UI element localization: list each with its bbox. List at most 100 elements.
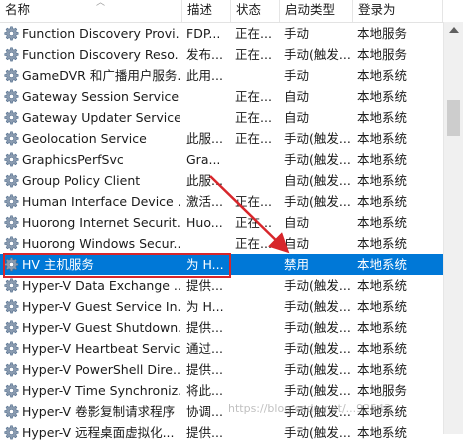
service-row[interactable]: Huorong Internet Securit... Huo... 正在... 自动… [0,212,443,233]
service-description: 此服... [186,173,223,188]
service-status [235,317,277,338]
service-gear-icon [4,110,19,125]
service-row[interactable]: Hyper-V Guest Service In... 为 H... 手动(触发..… [0,296,443,317]
service-row[interactable]: Hyper-V Heartbeat Service 通过... 手动(触发... 本地… [0,338,443,359]
service-row[interactable]: Hyper-V 远程桌面虚拟化... 提供... 手动(触发... 本地系统 [0,422,443,443]
service-gear-icon [4,152,19,167]
service-row[interactable]: GameDVR 和广播用户服务... 此用... 手动 本地系统 [0,65,443,86]
service-status [235,422,277,443]
service-name: Human Interface Device ... [22,194,180,209]
scrollbar-thumb[interactable] [447,100,460,136]
service-name: Function Discovery Reso... [22,47,180,62]
service-row[interactable]: Gateway Session Service 正在... 自动 本地系统 [0,86,443,107]
service-name: Gateway Updater Service [22,110,180,125]
service-status: 正在... [235,47,272,62]
vertical-scrollbar[interactable] [443,22,463,434]
service-description: 通过... [186,341,223,356]
service-row[interactable]: GraphicsPerfSvc Gra... 手动(触发... 本地系统 [0,149,443,170]
service-gear-icon [4,47,19,62]
service-status [235,65,277,86]
service-gear-icon [4,278,19,293]
service-description [186,107,228,128]
service-status [235,380,277,401]
service-log-on-as: 本地系统 [357,320,408,335]
column-header-description[interactable]: 描述 [182,0,231,22]
service-description: 提供... [186,362,223,377]
service-log-on-as: 本地系统 [357,257,408,272]
service-status: 正在... [235,215,272,230]
service-startup-type: 自动(触发... [284,173,350,188]
service-description [186,86,228,107]
service-name: Group Policy Client [22,173,141,188]
column-header-status-label: 状态 [236,2,262,17]
column-header-description-label: 描述 [187,2,213,17]
service-row[interactable]: Hyper-V PowerShell Dire... 提供... 手动(触发... 本… [0,359,443,380]
service-description: FDP... [186,26,221,41]
column-header-log-on-as[interactable]: 登录为 [353,0,443,22]
service-log-on-as: 本地系统 [357,236,408,251]
service-row[interactable]: Human Interface Device ... 激活... 正在... 手动(触… [0,191,443,212]
service-log-on-as: 本地系统 [357,173,408,188]
service-startup-type: 自动 [284,89,310,104]
service-name: Gateway Session Service [22,89,180,104]
service-description: 激活... [186,194,223,209]
service-status [235,275,277,296]
column-header-startup-type[interactable]: 启动类型 [280,0,353,22]
service-log-on-as: 本地系统 [357,362,408,377]
service-row[interactable]: Geolocation Service 此服... 正在... 手动(触发... 本地系… [0,128,443,149]
service-gear-icon [4,131,19,146]
service-startup-type: 手动 [284,26,310,41]
service-startup-type: 手动(触发... [284,194,350,209]
service-gear-icon [4,68,19,83]
service-status: 正在... [235,236,272,251]
service-gear-icon [4,383,19,398]
service-description [186,233,228,254]
service-status [235,296,277,317]
service-row[interactable]: Hyper-V Time Synchroniz... 将此... 手动(触发... 本… [0,380,443,401]
service-startup-type: 手动(触发... [284,425,350,440]
service-log-on-as: 本地系统 [357,68,408,83]
service-startup-type: 手动 [284,68,310,83]
service-row[interactable]: Gateway Updater Service 正在... 自动 本地系统 [0,107,443,128]
service-name: Hyper-V Data Exchange ... [22,278,180,293]
service-row[interactable]: Function Discovery Reso... 发布... 正在... 手动(触… [0,44,443,65]
service-description: 提供... [186,320,223,335]
service-name: Hyper-V 卷影复制请求程序 [22,404,176,419]
service-startup-type: 手动(触发... [284,362,350,377]
service-row[interactable]: Group Policy Client 此服... 自动(触发... 本地系统 [0,170,443,191]
service-gear-icon [4,194,19,209]
service-description: 此用... [186,68,223,83]
scroll-up-icon[interactable] [449,27,459,33]
service-startup-type: 手动(触发... [284,320,350,335]
service-status: 正在... [235,26,272,41]
service-startup-type: 手动(触发... [284,131,350,146]
service-gear-icon [4,341,19,356]
service-row[interactable]: Hyper-V Data Exchange ... 提供... 手动(触发... 本地… [0,275,443,296]
service-description: 提供... [186,425,223,440]
service-startup-type: 手动(触发... [284,299,350,314]
service-row[interactable]: Function Discovery Provi... FDP... 正在... 手动… [0,23,443,44]
service-row[interactable]: Hyper-V Guest Shutdown... 提供... 手动(触发... 本地… [0,317,443,338]
service-startup-type: 禁用 [284,257,310,272]
service-name: Hyper-V Heartbeat Service [22,341,180,356]
sort-ascending-icon: ︿ [96,0,106,8]
service-gear-icon [4,173,19,188]
service-name: Hyper-V Guest Service In... [22,299,180,314]
service-gear-icon [4,26,19,41]
service-log-on-as: 本地系统 [357,89,408,104]
service-startup-type: 自动 [284,215,310,230]
service-name: GameDVR 和广播用户服务... [22,68,180,83]
service-startup-type: 手动(触发... [284,341,350,356]
service-description: Huo... [186,215,223,230]
service-row[interactable]: Huorong Windows Secur... 正在... 自动 本地系统 [0,233,443,254]
service-name: Huorong Internet Securit... [22,215,180,230]
service-status [235,338,277,359]
column-header-status[interactable]: 状态 [231,0,280,22]
service-log-on-as: 本地系统 [357,110,408,125]
column-header-name[interactable]: ︿ 名称 [0,0,182,22]
service-name: Hyper-V PowerShell Dire... [22,362,180,377]
service-description: 协调... [186,404,223,419]
service-log-on-as: 本地服务 [357,383,408,398]
column-header-startup-type-label: 启动类型 [285,2,336,17]
service-status [235,149,277,170]
